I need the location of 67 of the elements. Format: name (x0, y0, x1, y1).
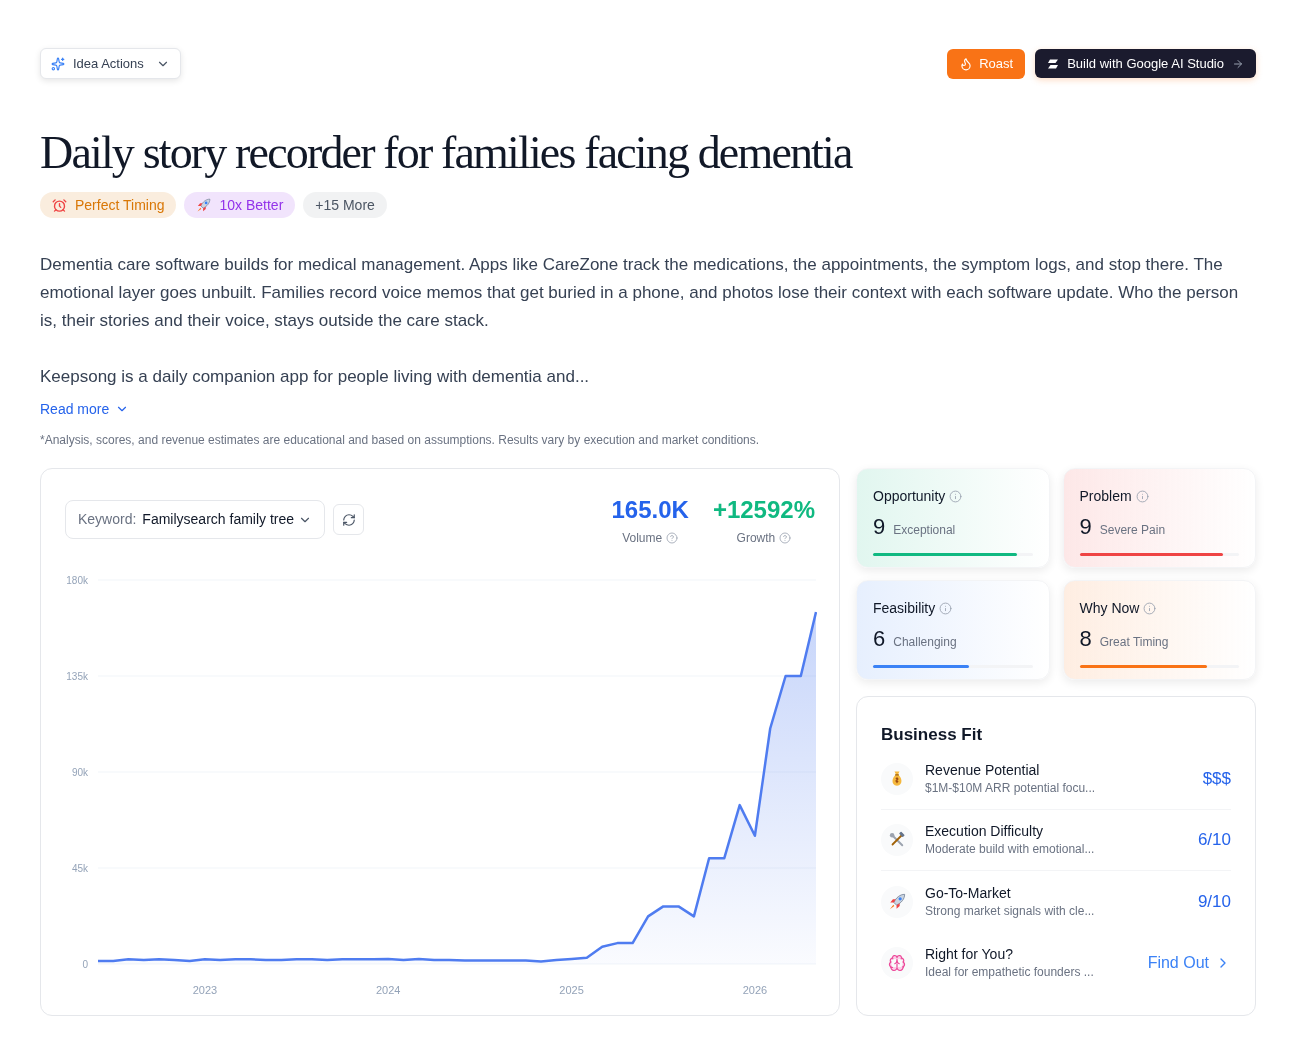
fit-value: 6/10 (1197, 829, 1231, 852)
y-axis-label: 45k (71, 862, 88, 874)
score-label: Feasibility (873, 599, 936, 618)
y-axis-label: 135k (66, 670, 88, 682)
arrow-right-icon (1232, 57, 1244, 70)
fit-detail: Moderate build with emotional... (925, 841, 1095, 858)
fit-value: $$$ (1202, 768, 1231, 791)
rocket-icon (196, 197, 212, 213)
money-bag-icon (881, 763, 913, 795)
score-value: 8 (1079, 626, 1092, 652)
page-title: Daily story recorder for families facing dementia (40, 126, 852, 180)
y-axis-label: 0 (82, 958, 88, 970)
card-title: Business Fit (881, 724, 983, 746)
score-rating: Severe Pain (1099, 522, 1166, 538)
rocket-icon (881, 885, 913, 918)
score-label: Why Now (1079, 599, 1140, 618)
info-icon[interactable] (949, 489, 963, 503)
score-label: Problem (1079, 487, 1132, 506)
tag: 10x Better (184, 192, 296, 218)
info-icon[interactable] (939, 601, 953, 615)
read-more-link[interactable]: Read more (40, 398, 130, 420)
score-value: 9 (1079, 514, 1092, 540)
keyword-select[interactable]: Keyword: Familysearch family tree (65, 500, 326, 539)
sparkles-icon (51, 56, 65, 71)
score-label: Opportunity (873, 487, 946, 506)
description-paragraph: Keepsong is a daily companion app for people living with dementia and... (40, 366, 591, 388)
stat-value: 165.0K (611, 495, 689, 525)
more-tags-button[interactable]: +15 More (303, 192, 387, 218)
flame-icon (959, 56, 974, 71)
x-axis-label: 2024 (376, 984, 401, 996)
x-axis-label: 2026 (742, 984, 768, 996)
stat-value: +12592% (712, 495, 815, 525)
hammer-and-wrench-icon (881, 824, 913, 856)
refresh-icon (341, 512, 356, 527)
fit-detail: $1M-$10M ARR potential focu... (925, 780, 1096, 797)
refresh-button[interactable] (333, 504, 365, 535)
fit-title: Revenue Potential (925, 761, 1040, 780)
fit-title: Execution Difficulty (925, 822, 1043, 841)
logo-icon (1047, 57, 1060, 70)
score-rating: Exceptional (893, 522, 956, 538)
brain-icon (881, 946, 913, 979)
fit-title: Go-To-Market (925, 883, 1011, 903)
info-icon[interactable] (1135, 489, 1149, 503)
x-axis-label: 2025 (559, 984, 584, 996)
score-value: 6 (873, 626, 886, 652)
stat-label: Growth (736, 530, 776, 546)
score-rating: Great Timing (1099, 634, 1169, 650)
stat-label: Volume (622, 530, 663, 546)
disclaimer-text: *Analysis, scores, and revenue estimates are educational and based on assumptions. Results vary by execution and market conditions. (40, 432, 760, 449)
fit-value: 9/10 (1197, 890, 1231, 913)
fit-title: Right for You? (925, 944, 1013, 964)
tag: Perfect Timing (40, 192, 177, 218)
score-rating: Challenging (893, 634, 957, 650)
find-out-link[interactable]: Find Out (1147, 950, 1231, 975)
description-paragraph: Dementia care software builds for medical management. Apps like CareZone track the medications, the appointments, the symptom logs, and stop there. The emotional layer goes unbuilt. Families record voice memos that get buried in a phone, and photos lose their context with each software update. Who the person is, their stories and their voice, stays outside the care stack. (40, 254, 1240, 332)
idea-actions-button[interactable]: Idea Actions (40, 48, 181, 79)
score-value: 9 (873, 514, 886, 540)
info-icon[interactable] (1143, 601, 1157, 615)
fit-detail: Ideal for empathetic founders ... (925, 963, 1094, 981)
y-axis-label: 90k (71, 766, 88, 778)
fit-detail: Strong market signals with cle... (925, 902, 1095, 920)
build-button[interactable]: Build with Google AI Studio (1035, 49, 1256, 78)
help-icon[interactable] (666, 532, 679, 544)
y-axis-label: 180k (66, 574, 88, 586)
help-icon[interactable] (779, 532, 792, 544)
x-axis-label: 2023 (192, 984, 218, 996)
alarm-clock-icon (52, 197, 67, 213)
